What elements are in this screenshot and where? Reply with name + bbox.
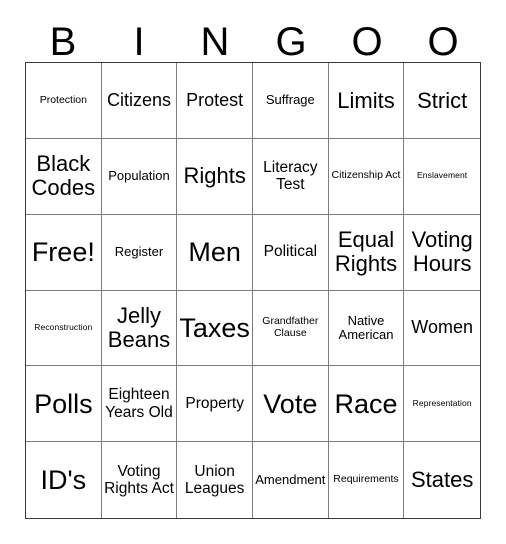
bingo-cell-label: Voting Hours	[411, 227, 473, 277]
bingo-cell-r5c1[interactable]: Polls	[26, 366, 102, 443]
bingo-cell-r5c6[interactable]: Representation	[404, 366, 480, 443]
bingo-cell-label: Strict	[417, 87, 468, 113]
bingo-cell-label: Taxes	[179, 312, 250, 343]
bingo-cell-r5c3[interactable]: Property	[177, 366, 253, 443]
bingo-cell-r4c5[interactable]: Native American	[328, 290, 405, 367]
bingo-cell-label: Citizenship Act	[331, 169, 401, 182]
bingo-cell-r4c6[interactable]: Women	[404, 290, 480, 367]
header-letter-4: G	[275, 20, 307, 64]
bingo-cell-r2c4[interactable]: Literacy Test	[252, 138, 329, 215]
bingo-cell-label: Reconstruction	[34, 322, 93, 333]
bingo-cell-r4c4[interactable]: Grandfather Clause	[252, 290, 329, 367]
bingo-cell-label: Population	[108, 168, 170, 184]
bingo-cell-r4c1[interactable]: Reconstruction	[26, 290, 102, 367]
bingo-cell-r2c5[interactable]: Citizenship Act	[328, 138, 405, 215]
bingo-cell-label: Free!	[31, 236, 95, 267]
bingo-cell-r5c4[interactable]: Vote	[252, 366, 329, 443]
bingo-cell-label: Register	[114, 243, 164, 259]
bingo-cell-r6c6[interactable]: States	[404, 442, 480, 518]
bingo-cell-label: Native American	[338, 312, 394, 342]
bingo-cell-label: Grandfather Clause	[262, 315, 319, 339]
bingo-cell-label: Enslavement	[417, 170, 468, 181]
bingo-cell-r1c4[interactable]: Suffrage	[252, 63, 329, 139]
bingo-cell-r2c1[interactable]: Black Codes	[26, 138, 102, 215]
bingo-grid: Protection Citizens Protest Suffrage Limits S…	[25, 62, 481, 519]
bingo-cell-label: Property	[185, 395, 244, 413]
bingo-cell-label: Race	[334, 388, 398, 419]
bingo-cell-label: Women	[411, 317, 473, 338]
bingo-cell-label: Black Codes	[31, 151, 96, 201]
bingo-cell-label: Voting Rights Act	[104, 462, 174, 498]
bingo-cell-label: Men	[188, 236, 241, 267]
header-letter-3: N	[200, 20, 230, 64]
bingo-cell-r3c2[interactable]: Register	[101, 214, 178, 291]
bingo-cell-label: Amendment	[255, 471, 326, 487]
bingo-cell-r5c5[interactable]: Race	[328, 366, 405, 443]
bingo-cell-r3c1[interactable]: Free!	[26, 214, 102, 291]
bingo-cell-label: Representation	[412, 397, 472, 408]
bingo-cell-label: States	[410, 467, 474, 493]
bingo-cell-r1c5[interactable]: Limits	[328, 63, 405, 139]
bingo-cell-r2c3[interactable]: Rights	[177, 138, 253, 215]
bingo-cell-r3c6[interactable]: Voting Hours	[404, 214, 480, 291]
bingo-cell-r6c2[interactable]: Voting Rights Act	[101, 442, 178, 518]
bingo-cell-r1c3[interactable]: Protest	[177, 63, 253, 139]
bingo-cell-r3c3[interactable]: Men	[177, 214, 253, 291]
bingo-cell-r3c4[interactable]: Political	[252, 214, 329, 291]
bingo-cell-label: Polls	[34, 388, 93, 419]
bingo-cell-label: Equal Rights	[334, 227, 398, 277]
bingo-cell-r4c3[interactable]: Taxes	[177, 290, 253, 367]
bingo-cell-r6c3[interactable]: Union Leagues	[177, 442, 253, 518]
bingo-cell-label: Requirements	[333, 473, 399, 486]
bingo-cell-label: Citizens	[106, 89, 171, 110]
bingo-cell-label: Limits	[337, 87, 395, 113]
bingo-cell-r6c1[interactable]: ID's	[26, 442, 102, 518]
bingo-header-row: B I N G O O	[25, 14, 481, 62]
bingo-cell-label: Eighteen Years Old	[105, 386, 173, 421]
bingo-cell-r5c2[interactable]: Eighteen Years Old	[101, 366, 178, 443]
bingo-cell-r4c2[interactable]: Jelly Beans	[101, 290, 178, 367]
bingo-cell-r1c2[interactable]: Citizens	[101, 63, 178, 139]
bingo-cell-label: Jelly Beans	[107, 303, 171, 352]
bingo-cell-label: Protest	[186, 89, 244, 110]
bingo-cell-r3c5[interactable]: Equal Rights	[328, 214, 405, 291]
header-letter-5: O	[351, 20, 383, 64]
bingo-cell-r6c4[interactable]: Amendment	[252, 442, 329, 518]
bingo-cell-label: Literacy Test	[263, 158, 318, 194]
bingo-cell-r2c2[interactable]: Population	[101, 138, 178, 215]
bingo-cell-r1c6[interactable]: Strict	[404, 63, 480, 139]
bingo-cell-label: Political	[263, 243, 318, 261]
bingo-cell-r6c5[interactable]: Requirements	[328, 442, 405, 518]
bingo-cell-label: ID's	[40, 464, 87, 495]
bingo-cell-label: Union Leagues	[184, 462, 245, 498]
bingo-cell-label: Vote	[263, 388, 318, 419]
bingo-cell-label: Rights	[183, 163, 246, 189]
header-letter-6: O	[427, 20, 459, 64]
header-letter-2: I	[133, 20, 145, 64]
bingo-card: B I N G O O Protection Citizens Protest Suf…	[0, 0, 506, 544]
bingo-cell-r2c6[interactable]: Enslavement	[404, 138, 480, 215]
bingo-cell-r1c1[interactable]: Protection	[26, 63, 102, 139]
bingo-cell-label: Protection	[39, 93, 87, 106]
header-letter-1: B	[49, 20, 77, 64]
bingo-cell-label: Suffrage	[265, 92, 315, 108]
